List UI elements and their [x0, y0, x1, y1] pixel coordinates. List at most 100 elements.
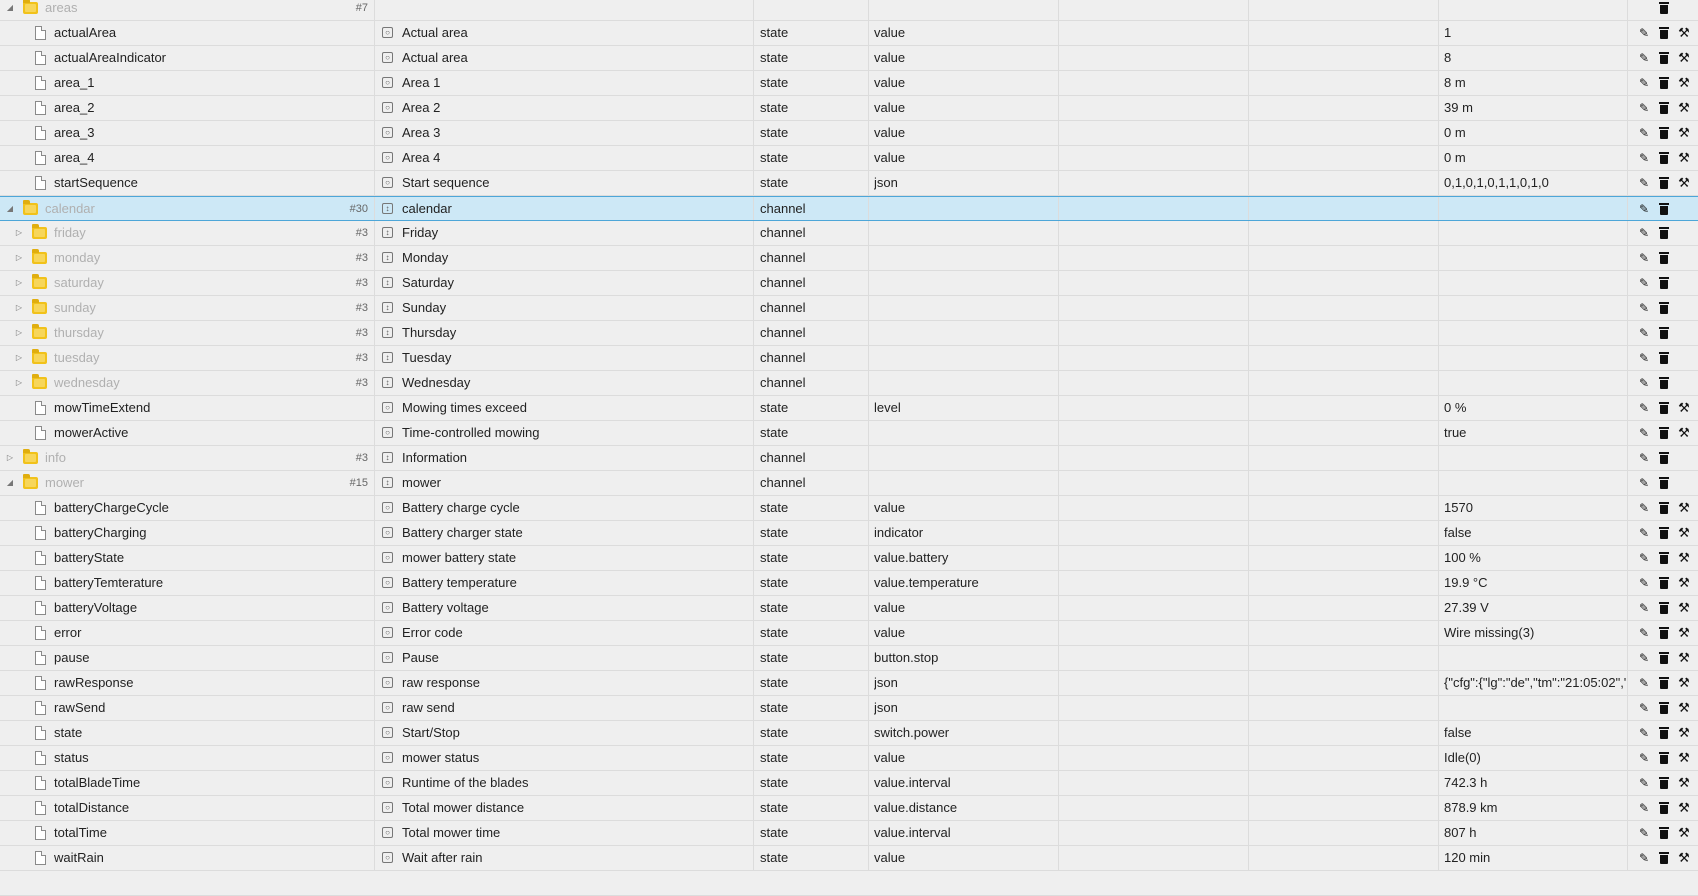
value-cell[interactable] — [1444, 321, 1626, 345]
pencil-icon[interactable]: ✎ — [1634, 546, 1654, 570]
value-cell[interactable] — [1444, 246, 1626, 270]
pencil-icon[interactable]: ✎ — [1634, 171, 1654, 195]
pencil-icon[interactable]: ✎ — [1634, 71, 1654, 95]
trash-icon[interactable] — [1654, 471, 1674, 495]
tree-row-folder[interactable]: ◢ areas #7 — [0, 0, 1698, 21]
wrench-icon[interactable]: ⚒ — [1674, 146, 1694, 170]
tree-row-state[interactable]: batteryState ○ mower battery state state val… — [0, 546, 1698, 571]
trash-icon[interactable] — [1654, 421, 1674, 445]
trash-icon[interactable] — [1654, 71, 1674, 95]
trash-icon[interactable] — [1654, 296, 1674, 320]
wrench-icon[interactable]: ⚒ — [1674, 46, 1694, 70]
value-cell[interactable]: 807 h — [1444, 821, 1626, 845]
tree-row-state[interactable]: startSequence ○ Start sequence state json 0,1… — [0, 171, 1698, 196]
pencil-icon[interactable]: ✎ — [1634, 796, 1654, 820]
tree-row-folder[interactable]: ▷ wednesday #3 ↕ Wednesday channel ✎ — [0, 371, 1698, 396]
wrench-icon[interactable]: ⚒ — [1674, 671, 1694, 695]
value-cell[interactable]: 100 % — [1444, 546, 1626, 570]
value-cell[interactable]: 0 % — [1444, 396, 1626, 420]
trash-icon[interactable] — [1654, 171, 1674, 195]
pencil-icon[interactable]: ✎ — [1634, 96, 1654, 120]
trash-icon[interactable] — [1654, 197, 1674, 221]
tree-row-state[interactable]: batteryChargeCycle ○ Battery charge cycle s… — [0, 496, 1698, 521]
pencil-icon[interactable]: ✎ — [1634, 197, 1654, 221]
triangle-right-icon[interactable]: ▷ — [13, 371, 25, 395]
trash-icon[interactable] — [1654, 596, 1674, 620]
pencil-icon[interactable]: ✎ — [1634, 721, 1654, 745]
value-cell[interactable] — [1444, 346, 1626, 370]
wrench-icon[interactable]: ⚒ — [1674, 596, 1694, 620]
tree-row-state[interactable]: rawSend ○ raw send state json ✎ ⚒ — [0, 696, 1698, 721]
tree-row-state[interactable]: batteryVoltage ○ Battery voltage state value… — [0, 596, 1698, 621]
triangle-right-icon[interactable]: ▷ — [13, 271, 25, 295]
pencil-icon[interactable]: ✎ — [1634, 496, 1654, 520]
tree-row-state[interactable]: area_4 ○ Area 4 state value 0 m ✎ ⚒ — [0, 146, 1698, 171]
value-cell[interactable]: false — [1444, 521, 1626, 545]
trash-icon[interactable] — [1654, 446, 1674, 470]
trash-icon[interactable] — [1654, 771, 1674, 795]
pencil-icon[interactable]: ✎ — [1634, 246, 1654, 270]
pencil-icon[interactable]: ✎ — [1634, 121, 1654, 145]
tree-row-folder[interactable]: ▷ thursday #3 ↕ Thursday channel ✎ — [0, 321, 1698, 346]
wrench-icon[interactable]: ⚒ — [1674, 621, 1694, 645]
pencil-icon[interactable]: ✎ — [1634, 821, 1654, 845]
tree-row-folder[interactable]: ▷ sunday #3 ↕ Sunday channel ✎ — [0, 296, 1698, 321]
pencil-icon[interactable]: ✎ — [1634, 346, 1654, 370]
value-cell[interactable]: 8 m — [1444, 71, 1626, 95]
value-cell[interactable]: 742.3 h — [1444, 771, 1626, 795]
pencil-icon[interactable]: ✎ — [1634, 271, 1654, 295]
triangle-right-icon[interactable]: ▷ — [13, 246, 25, 270]
value-cell[interactable]: {"cfg":{"lg":"de","tm":"21:05:02"," — [1444, 671, 1626, 695]
triangle-down-icon[interactable]: ◢ — [4, 471, 16, 495]
triangle-down-icon[interactable]: ◢ — [4, 197, 16, 221]
wrench-icon[interactable]: ⚒ — [1674, 71, 1694, 95]
wrench-icon[interactable]: ⚒ — [1674, 496, 1694, 520]
pencil-icon[interactable]: ✎ — [1634, 596, 1654, 620]
trash-icon[interactable] — [1654, 746, 1674, 770]
wrench-icon[interactable]: ⚒ — [1674, 646, 1694, 670]
value-cell[interactable]: 1 — [1444, 21, 1626, 45]
tree-row-folder[interactable]: ▷ saturday #3 ↕ Saturday channel ✎ — [0, 271, 1698, 296]
tree-row-folder[interactable]: ▷ monday #3 ↕ Monday channel ✎ — [0, 246, 1698, 271]
pencil-icon[interactable]: ✎ — [1634, 21, 1654, 45]
trash-icon[interactable] — [1654, 671, 1674, 695]
tree-row-state[interactable]: batteryTemterature ○ Battery temperature st… — [0, 571, 1698, 596]
pencil-icon[interactable]: ✎ — [1634, 571, 1654, 595]
trash-icon[interactable] — [1654, 521, 1674, 545]
tree-row-state[interactable]: area_2 ○ Area 2 state value 39 m ✎ ⚒ — [0, 96, 1698, 121]
trash-icon[interactable] — [1654, 96, 1674, 120]
wrench-icon[interactable]: ⚒ — [1674, 846, 1694, 870]
trash-icon[interactable] — [1654, 546, 1674, 570]
trash-icon[interactable] — [1654, 271, 1674, 295]
pencil-icon[interactable]: ✎ — [1634, 46, 1654, 70]
pencil-icon[interactable]: ✎ — [1634, 646, 1654, 670]
tree-row-state[interactable]: batteryCharging ○ Battery charger state sta… — [0, 521, 1698, 546]
wrench-icon[interactable]: ⚒ — [1674, 546, 1694, 570]
wrench-icon[interactable]: ⚒ — [1674, 171, 1694, 195]
wrench-icon[interactable]: ⚒ — [1674, 21, 1694, 45]
trash-icon[interactable] — [1654, 396, 1674, 420]
trash-icon[interactable] — [1654, 821, 1674, 845]
wrench-icon[interactable]: ⚒ — [1674, 121, 1694, 145]
tree-row-state[interactable]: totalBladeTime ○ Runtime of the blades stat… — [0, 771, 1698, 796]
tree-row-state[interactable]: actualArea ○ Actual area state value 1 ✎ ⚒ — [0, 21, 1698, 46]
value-cell[interactable] — [1444, 696, 1626, 720]
value-cell[interactable]: 8 — [1444, 46, 1626, 70]
tree-row-folder[interactable]: ▷ tuesday #3 ↕ Tuesday channel ✎ — [0, 346, 1698, 371]
value-cell[interactable]: 0 m — [1444, 146, 1626, 170]
wrench-icon[interactable]: ⚒ — [1674, 571, 1694, 595]
value-cell[interactable]: true — [1444, 421, 1626, 445]
trash-icon[interactable] — [1654, 721, 1674, 745]
value-cell[interactable]: 120 min — [1444, 846, 1626, 870]
pencil-icon[interactable]: ✎ — [1634, 421, 1654, 445]
value-cell[interactable] — [1444, 646, 1626, 670]
triangle-right-icon[interactable]: ▷ — [13, 321, 25, 345]
tree-row-folder[interactable]: ◢ calendar #30 ↕ calendar channel ✎ — [0, 196, 1698, 221]
wrench-icon[interactable]: ⚒ — [1674, 96, 1694, 120]
pencil-icon[interactable]: ✎ — [1634, 371, 1654, 395]
value-cell[interactable]: 1570 — [1444, 496, 1626, 520]
value-cell[interactable] — [1444, 197, 1626, 221]
wrench-icon[interactable]: ⚒ — [1674, 396, 1694, 420]
value-cell[interactable] — [1444, 471, 1626, 495]
trash-icon[interactable] — [1654, 646, 1674, 670]
